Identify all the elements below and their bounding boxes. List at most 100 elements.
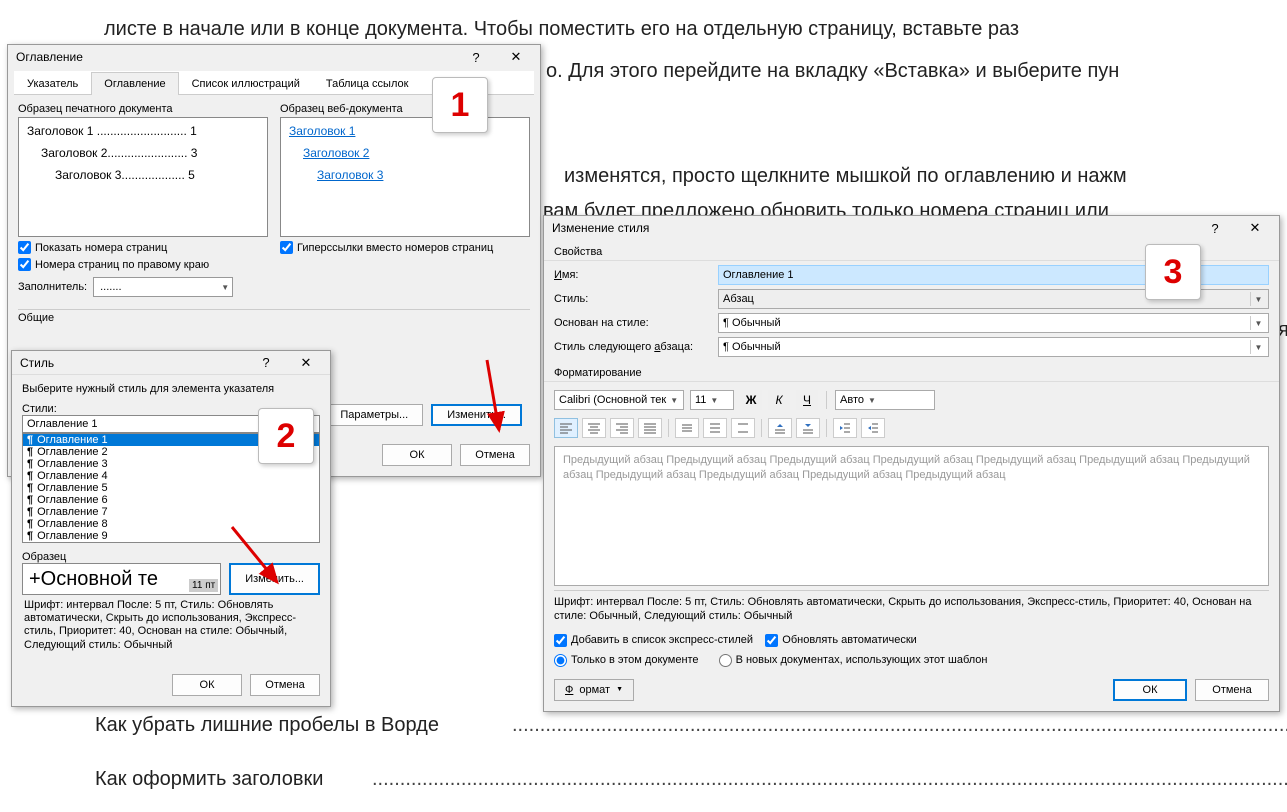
style-titlebar[interactable]: Стиль ? ✕ <box>12 351 330 375</box>
options-button[interactable]: Параметры... <box>325 404 423 426</box>
indent-inc-icon <box>866 422 880 434</box>
toc-titlebar[interactable]: Оглавление ? ✕ <box>8 45 540 69</box>
style-type-label: Стиль: <box>554 293 710 305</box>
ok-button[interactable]: ОК <box>172 674 242 696</box>
size-value: 11 <box>695 394 706 406</box>
tab-index[interactable]: Указатель <box>14 72 91 95</box>
cancel-button[interactable]: Отмена <box>460 444 530 466</box>
paragraph-preview: Предыдущий абзац Предыдущий абзац Предыд… <box>554 446 1269 586</box>
pilcrow-icon: ¶ <box>27 470 33 482</box>
ok-button[interactable]: ОК <box>382 444 452 466</box>
indent-dec-button[interactable] <box>833 418 857 438</box>
callout-1: 1 <box>432 77 488 133</box>
next-style-value: ¶ Обычный <box>723 341 781 353</box>
style-item-label: Оглавление 7 <box>37 506 108 518</box>
align-right-icon <box>615 422 629 434</box>
callout-2: 2 <box>258 408 314 464</box>
name-label: Имя: <box>554 269 710 281</box>
indent-inc-button[interactable] <box>861 418 885 438</box>
add-to-quick-styles-check[interactable]: Добавить в список экспресс-стилей <box>554 634 753 647</box>
align-left-button[interactable] <box>554 418 578 438</box>
check-label: Номера страниц по правому краю <box>35 259 209 271</box>
next-style-combo[interactable]: ¶ Обычный▼ <box>718 337 1269 357</box>
new-docs-radio[interactable]: В новых документах, использующих этот ша… <box>719 654 988 667</box>
spacing-icon <box>801 422 815 434</box>
name-value: Оглавление 1 <box>723 269 794 281</box>
show-page-numbers-check[interactable]: Показать номера страниц <box>18 241 268 254</box>
close-button[interactable]: ✕ <box>496 46 536 68</box>
formatting-group: Форматирование <box>544 361 1279 382</box>
bg-line-b1: Как убрать лишние пробелы в Ворде <box>95 714 439 737</box>
bold-button[interactable]: Ж <box>740 390 762 410</box>
spacing-icon <box>773 422 787 434</box>
bg-line-b2: Как оформить заголовки <box>95 768 323 791</box>
format-dropdown-button[interactable]: Формат ▼ <box>554 679 634 701</box>
web-link[interactable]: Заголовок 1 <box>289 124 355 138</box>
help-button[interactable]: ? <box>1195 217 1235 239</box>
callout-3: 3 <box>1145 244 1201 300</box>
underline-button[interactable]: Ч <box>796 390 818 410</box>
tab-toc[interactable]: Оглавление <box>91 72 178 95</box>
pilcrow-icon: ¶ <box>27 458 33 470</box>
help-button[interactable]: ? <box>246 352 286 374</box>
style-list-item[interactable]: ¶Оглавление 9 <box>23 530 319 542</box>
help-button[interactable]: ? <box>456 46 496 68</box>
style-item-label: Оглавление 9 <box>37 530 108 542</box>
align-right-button[interactable] <box>610 418 634 438</box>
style-list-item[interactable]: ¶ Оглавление 7 <box>23 506 319 518</box>
bg-line-2: о. Для этого перейдите на вкладку «Встав… <box>546 60 1119 83</box>
close-button[interactable]: ✕ <box>1235 217 1275 239</box>
line-spacing-1-button[interactable] <box>675 418 699 438</box>
leader-combo[interactable]: .......▼ <box>93 277 233 297</box>
italic-button[interactable]: К <box>768 390 790 410</box>
auto-update-check[interactable]: Обновлять автоматически <box>765 634 917 647</box>
general-group-label: Общие <box>18 309 530 324</box>
web-link[interactable]: Заголовок 2 <box>303 146 369 160</box>
font-size-combo[interactable]: 11▼ <box>690 390 734 410</box>
font-color-combo[interactable]: Авто▼ <box>835 390 935 410</box>
space-before-inc-button[interactable] <box>768 418 792 438</box>
style-list-item[interactable]: ¶ Оглавление 5 <box>23 482 319 494</box>
separator <box>668 419 669 437</box>
hyperlinks-check[interactable]: Гиперссылки вместо номеров страниц <box>280 241 530 254</box>
modify-button[interactable]: Изменить... <box>229 563 320 595</box>
pilcrow-icon: ¶ <box>27 482 33 494</box>
chevron-down-icon: ▼ <box>868 396 876 405</box>
style-title: Стиль <box>20 356 54 370</box>
align-justify-button[interactable] <box>638 418 662 438</box>
chevron-down-icon: ▼ <box>221 283 229 292</box>
font-combo[interactable]: Calibri (Основной тек▼ <box>554 390 684 410</box>
preview-line: Заголовок 3................... 5 <box>27 168 259 182</box>
print-preview: Заголовок 1 ........................... … <box>18 117 268 237</box>
style-description: Шрифт: интервал После: 5 пт, Стиль: Обно… <box>554 590 1269 624</box>
modify-style-titlebar[interactable]: Изменение стиля ? ✕ <box>544 216 1279 240</box>
web-link[interactable]: Заголовок 3 <box>317 168 383 182</box>
next-style-label: Стиль следующего абзаца: <box>554 341 710 353</box>
style-item-label: Оглавление 3 <box>37 458 108 470</box>
cancel-button[interactable]: Отмена <box>250 674 320 696</box>
based-on-combo[interactable]: ¶ Обычный▼ <box>718 313 1269 333</box>
tab-authorities[interactable]: Таблица ссылок <box>313 72 422 95</box>
print-preview-label: Образец печатного документа <box>18 103 268 115</box>
indent-dec-icon <box>838 422 852 434</box>
modify-button[interactable]: Изменить... <box>431 404 522 426</box>
line-spacing-2-button[interactable] <box>731 418 755 438</box>
close-button[interactable]: ✕ <box>286 352 326 374</box>
style-list-item[interactable]: ¶Оглавление 8 <box>23 518 319 530</box>
based-on-value: ¶ Обычный <box>723 317 781 329</box>
style-list-item[interactable]: ¶Оглавление 6 <box>23 494 319 506</box>
align-center-button[interactable] <box>582 418 606 438</box>
ok-button[interactable]: ОК <box>1113 679 1187 701</box>
space-before-dec-button[interactable] <box>796 418 820 438</box>
separator <box>826 391 827 409</box>
pilcrow-icon: ¶ <box>27 506 33 518</box>
tab-illustrations[interactable]: Список иллюстраций <box>179 72 313 95</box>
bg-dots-1: ........................................… <box>512 714 1287 737</box>
right-align-numbers-check[interactable]: Номера страниц по правому краю <box>18 258 268 271</box>
cancel-button[interactable]: Отмена <box>1195 679 1269 701</box>
line-spacing-15-button[interactable] <box>703 418 727 438</box>
style-list-item[interactable]: ¶Оглавление 4 <box>23 470 319 482</box>
style-item-label: Оглавление 5 <box>37 482 108 494</box>
align-center-icon <box>587 422 601 434</box>
only-this-doc-radio[interactable]: Только в этом документе <box>554 654 699 667</box>
